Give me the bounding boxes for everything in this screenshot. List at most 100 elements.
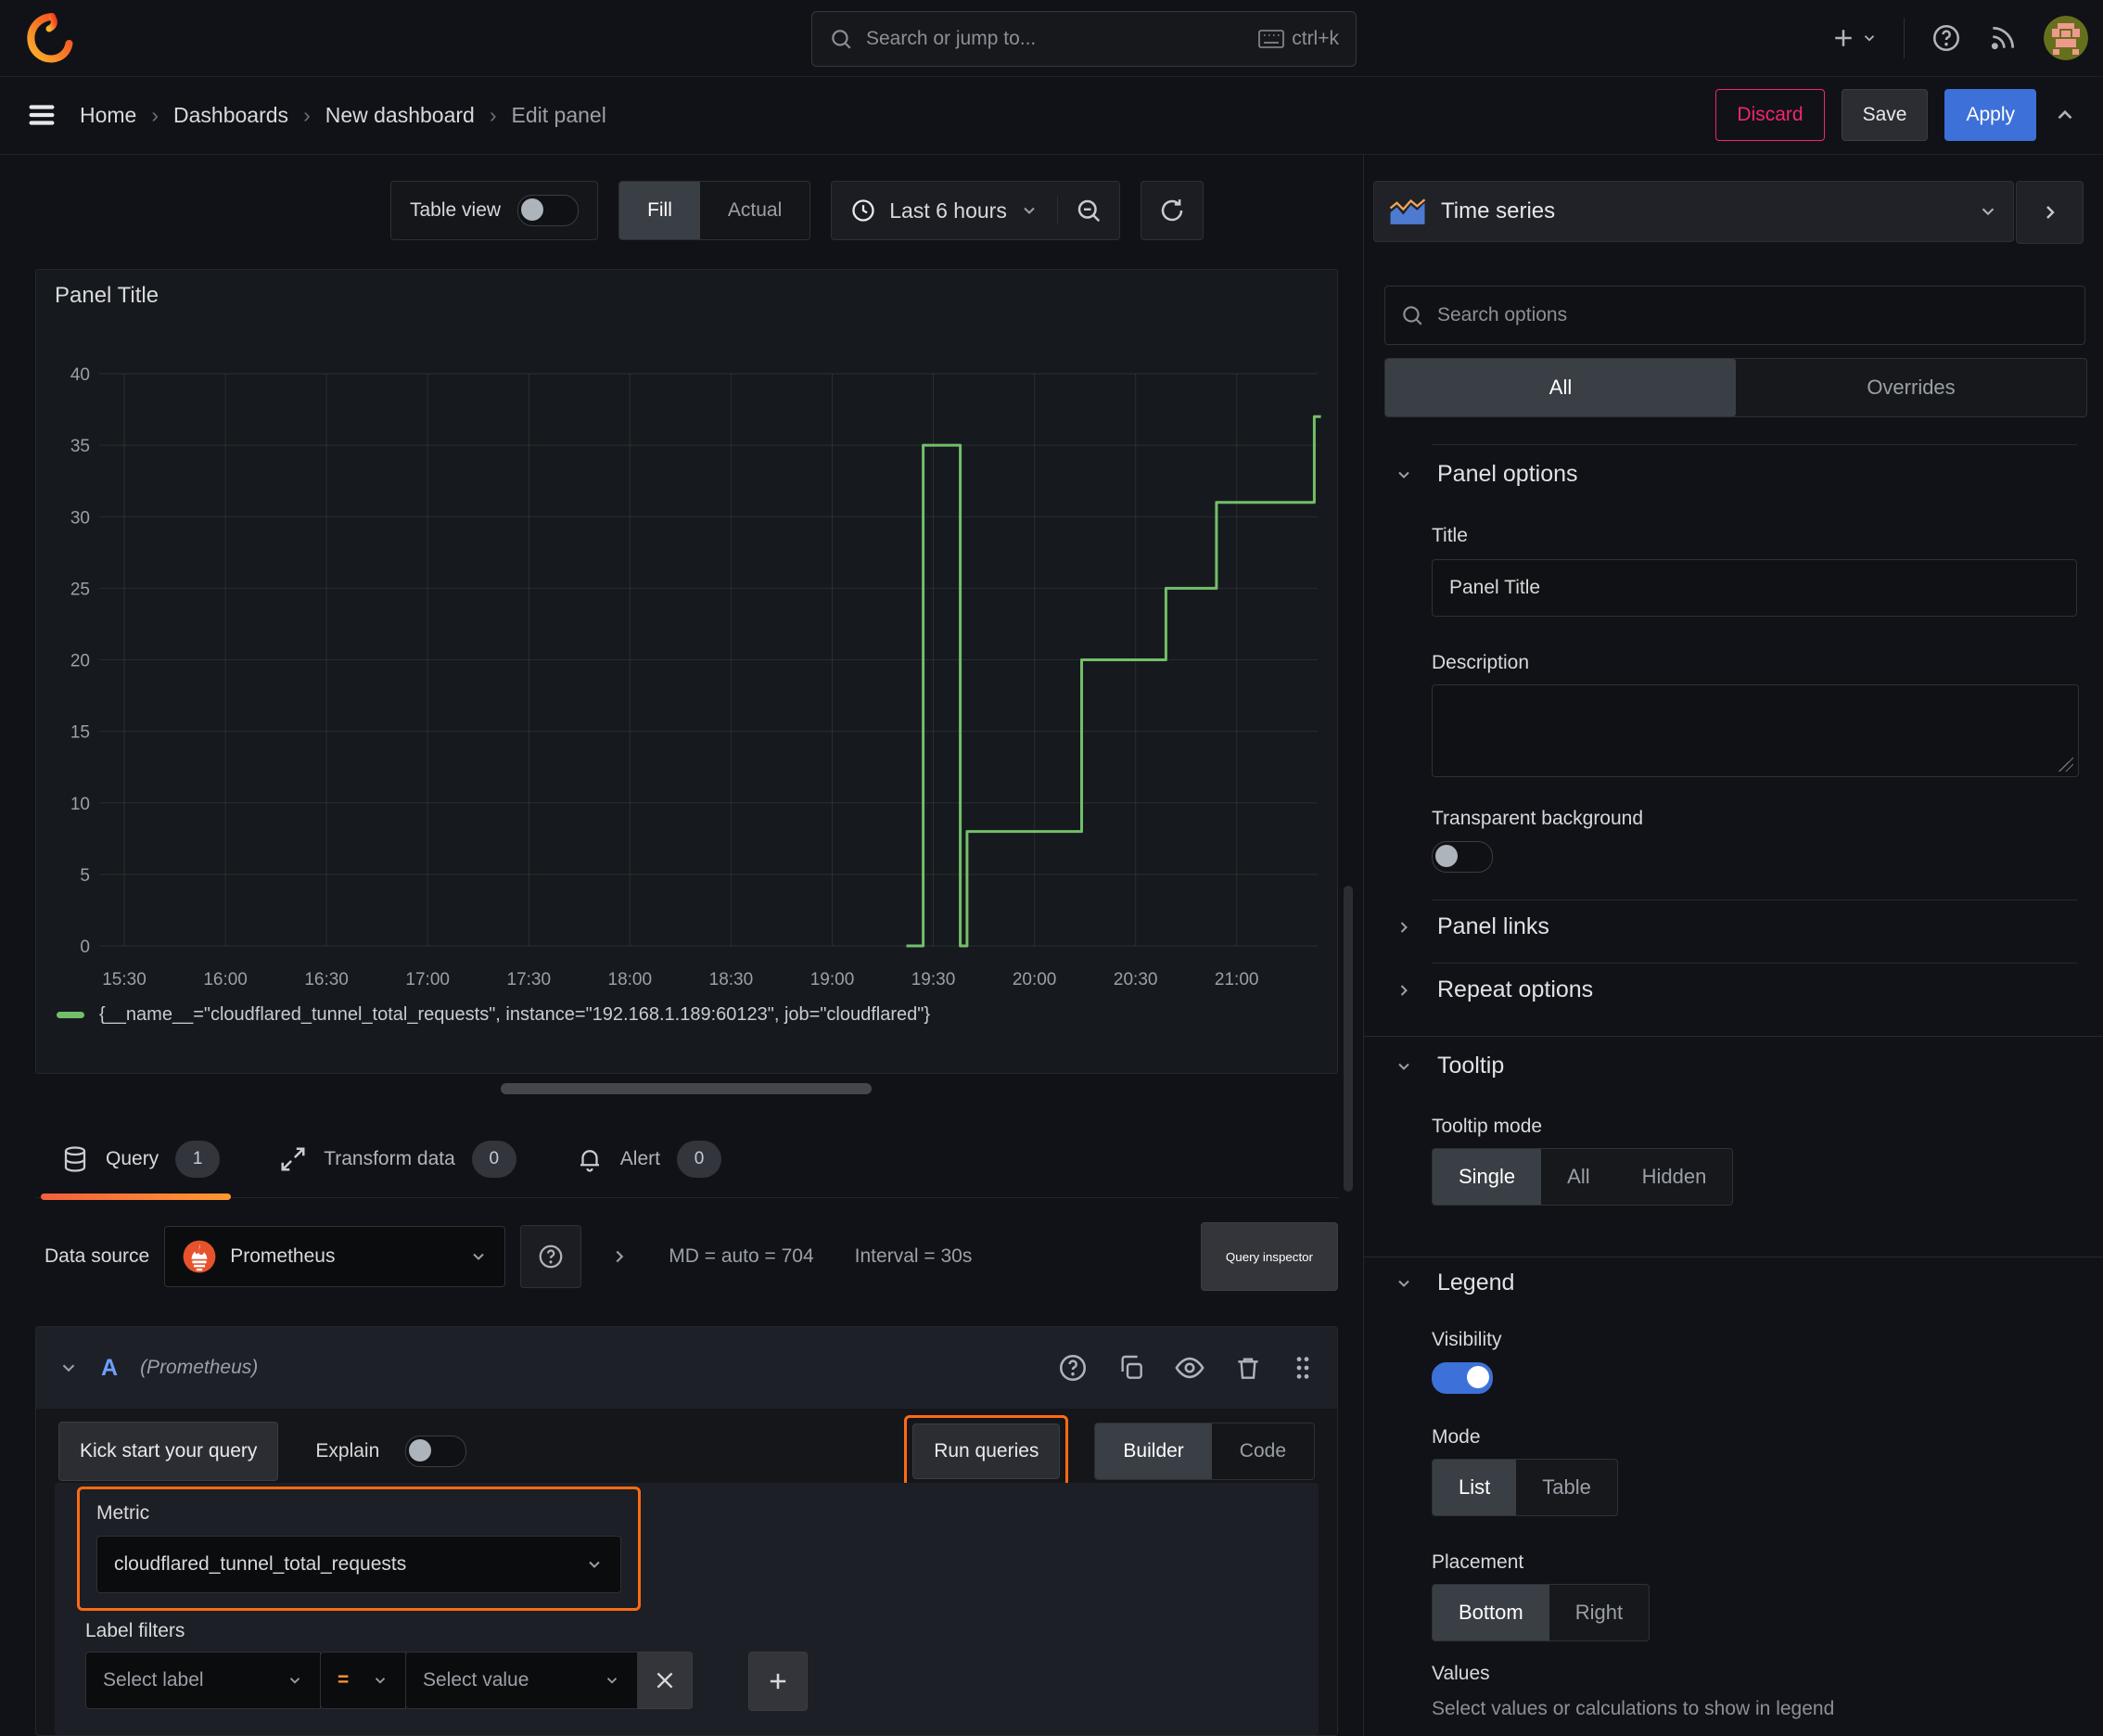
svg-text:35: 35	[70, 437, 90, 456]
section-divider	[1364, 1036, 2103, 1037]
chevron-down-icon[interactable]	[58, 1358, 79, 1378]
timeseries-viz-icon	[1389, 198, 1426, 225]
table-view-label: Table view	[410, 199, 502, 221]
panel-preview: Panel Title 0 5 10 15 20 25 30 35 40 15:30 16:00 16…	[35, 269, 1338, 1074]
remove-filter-button[interactable]	[638, 1652, 693, 1709]
help-button[interactable]	[1931, 22, 1962, 54]
svg-text:0: 0	[80, 938, 90, 957]
visualization-name: Time series	[1441, 198, 1556, 223]
question-circle-icon	[1931, 22, 1962, 54]
delete-query-trash-icon[interactable]	[1233, 1353, 1263, 1383]
collapse-header-button[interactable]	[2053, 103, 2077, 127]
explain-toggle[interactable]	[405, 1436, 467, 1467]
query-help-icon[interactable]	[1057, 1352, 1089, 1384]
tab-alert[interactable]: Alert 0	[576, 1120, 721, 1197]
tab-query[interactable]: Query 1	[40, 1120, 232, 1200]
table-view-toggle[interactable]	[517, 195, 580, 226]
add-new-button[interactable]	[1829, 24, 1878, 52]
legend-header[interactable]: Legend	[1395, 1270, 1514, 1296]
refresh-button[interactable]	[1140, 181, 1204, 240]
discard-button[interactable]: Discard	[1715, 89, 1825, 141]
code-mode-option[interactable]: Code	[1212, 1423, 1314, 1479]
series-legend-label[interactable]: {__name__="cloudflared_tunnel_total_requ…	[99, 1004, 930, 1026]
tooltip-all-option[interactable]: All	[1541, 1149, 1615, 1205]
grafana-logo-icon[interactable]	[24, 12, 76, 64]
select-value-dropdown[interactable]: Select value	[406, 1652, 638, 1709]
interval-stat: Interval = 30s	[854, 1245, 973, 1267]
metric-select[interactable]: cloudflared_tunnel_total_requests	[96, 1536, 621, 1593]
user-avatar[interactable]	[2044, 16, 2088, 60]
drag-handle-grip-icon[interactable]	[1291, 1353, 1315, 1383]
query-inspector-button[interactable]: Query inspector	[1200, 1222, 1338, 1291]
panel-links-header[interactable]: Panel links	[1395, 913, 1549, 940]
chevron-down-icon	[1395, 466, 1413, 484]
duplicate-query-icon[interactable]	[1116, 1353, 1146, 1383]
collapse-options-button[interactable]	[2016, 181, 2084, 244]
legend-bottom-option[interactable]: Bottom	[1433, 1585, 1549, 1640]
tooltip-single-option[interactable]: Single	[1433, 1149, 1542, 1205]
run-queries-button[interactable]: Run queries	[912, 1423, 1061, 1479]
fill-option[interactable]: Fill	[619, 182, 700, 239]
description-textarea[interactable]	[1432, 684, 2079, 777]
legend-table-option[interactable]: Table	[1516, 1460, 1617, 1515]
tooltip-header[interactable]: Tooltip	[1395, 1053, 1504, 1079]
chevron-down-icon	[1861, 30, 1878, 46]
select-label-dropdown[interactable]: Select label	[85, 1652, 321, 1709]
legend-visibility-toggle[interactable]	[1432, 1362, 1493, 1394]
chevron-down-icon	[287, 1672, 303, 1689]
svg-text:20: 20	[70, 652, 90, 671]
series-color-swatch[interactable]	[57, 1012, 84, 1018]
save-button[interactable]: Save	[1841, 89, 1929, 141]
tab-transform-data[interactable]: Transform data 0	[279, 1120, 516, 1197]
breadcrumb-new-dashboard[interactable]: New dashboard	[325, 103, 475, 128]
tab-overrides[interactable]: Overrides	[1736, 359, 2086, 416]
svg-text:20:30: 20:30	[1114, 970, 1158, 989]
resize-grip-icon[interactable]	[2058, 757, 2073, 772]
breadcrumb: Home › Dashboards › New dashboard › Edit…	[80, 103, 606, 128]
breadcrumb-home[interactable]: Home	[80, 103, 136, 128]
legend-placement-segment: Bottom Right	[1432, 1584, 1651, 1641]
kick-start-button[interactable]: Kick start your query	[58, 1422, 279, 1481]
expand-stats-chevron[interactable]	[609, 1246, 630, 1267]
legend-list-option[interactable]: List	[1433, 1460, 1517, 1515]
top-actions	[1829, 0, 2088, 76]
search-box[interactable]: Search or jump to... ctrl+k	[811, 11, 1357, 67]
time-range-button[interactable]: Last 6 hours	[832, 198, 1057, 223]
panel-title-input[interactable]: Panel Title	[1432, 559, 2077, 617]
actual-option[interactable]: Actual	[700, 182, 809, 239]
panel-options-header[interactable]: Panel options	[1395, 461, 1578, 488]
hide-query-eye-icon[interactable]	[1174, 1352, 1205, 1384]
add-filter-button[interactable]	[748, 1652, 808, 1711]
datasource-help-button[interactable]	[520, 1225, 582, 1288]
scrollbar-thumb[interactable]	[1344, 886, 1353, 1192]
builder-mode-option[interactable]: Builder	[1095, 1423, 1212, 1479]
svg-text:21:00: 21:00	[1215, 970, 1259, 989]
transparent-background-toggle[interactable]	[1432, 841, 1493, 873]
query-builder-toolbar: Kick start your query Explain Run querie…	[36, 1409, 1337, 1494]
chevron-right-icon: ›	[303, 102, 311, 127]
svg-text:17:30: 17:30	[507, 970, 552, 989]
max-datapoints-stat: MD = auto = 704	[669, 1245, 814, 1267]
datasource-row: Data source Prometheus MD = auto = 704 I…	[35, 1217, 1338, 1296]
visualization-picker[interactable]: Time series	[1373, 181, 2014, 242]
explain-label: Explain	[315, 1440, 380, 1462]
tooltip-hidden-option[interactable]: Hidden	[1616, 1149, 1733, 1205]
chart-svg[interactable]: 0 5 10 15 20 25 30 35 40 15:30 16:00 16:30 17:00 17:3…	[36, 270, 1337, 1002]
legend-right-option[interactable]: Right	[1549, 1585, 1649, 1640]
query-row-header[interactable]: A (Prometheus)	[36, 1327, 1337, 1409]
pane-resize-handle[interactable]	[501, 1083, 872, 1094]
breadcrumb-dashboards[interactable]: Dashboards	[173, 103, 288, 128]
repeat-options-header[interactable]: Repeat options	[1395, 976, 1593, 1003]
title-label: Title	[1432, 525, 1468, 546]
tab-all[interactable]: All	[1385, 359, 1736, 416]
refresh-icon	[1158, 197, 1186, 224]
time-zoom-out-button[interactable]	[1056, 197, 1119, 224]
menu-button[interactable]	[26, 99, 57, 131]
news-button[interactable]	[1988, 23, 2018, 53]
datasource-picker[interactable]: Prometheus	[164, 1226, 506, 1287]
options-search-box[interactable]: Search options	[1384, 286, 2085, 345]
apply-button[interactable]: Apply	[1944, 89, 2036, 141]
plus-icon	[765, 1668, 791, 1694]
operator-dropdown[interactable]: =	[321, 1652, 406, 1709]
query-datasource-hint: (Prometheus)	[140, 1357, 259, 1378]
